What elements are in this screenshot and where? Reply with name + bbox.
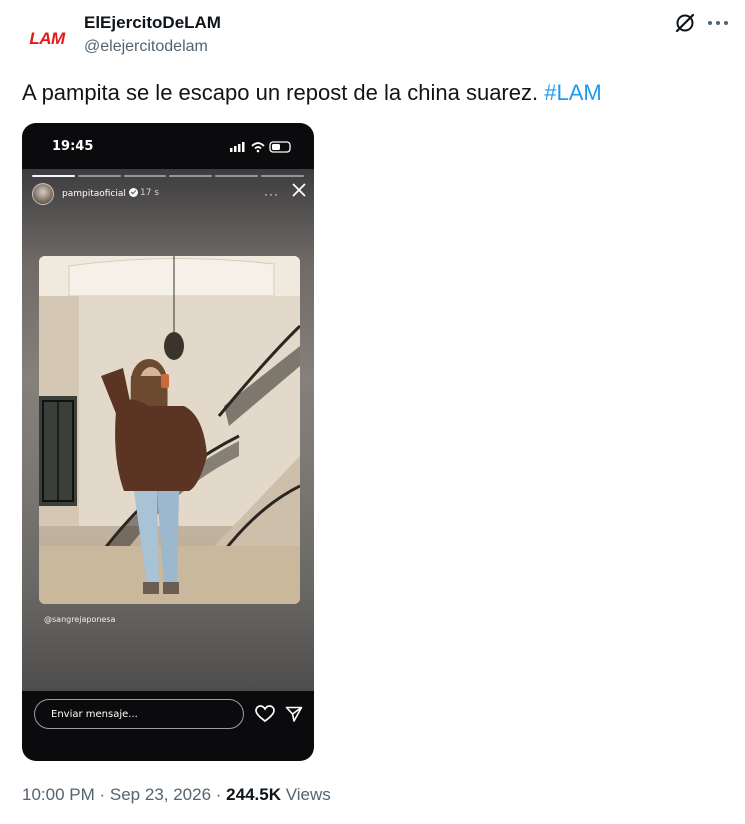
display-name[interactable]: ElEjercitoDeLAM: [84, 13, 221, 33]
status-bar-icons: [230, 141, 291, 153]
avatar[interactable]: LAM: [20, 12, 74, 66]
repost-credit[interactable]: @sangrejaponesa: [44, 615, 115, 624]
avatar-logo: LAM: [29, 29, 65, 48]
tweet-meta: 10:00 PM · Sep 23, 2026 · 244.5K Views: [22, 785, 331, 804]
reposted-photo: [39, 256, 300, 604]
tweet-body: A pampita se le escapo un repost de la c…: [22, 80, 539, 105]
tweet-date[interactable]: Sep 23, 2026: [110, 785, 211, 804]
user-handle[interactable]: @elejercitodelam: [84, 38, 208, 56]
status-time: 19:45: [52, 139, 94, 154]
heart-icon[interactable]: [255, 705, 275, 723]
message-input[interactable]: Enviar mensaje...: [34, 699, 244, 729]
more-icon[interactable]: [706, 14, 730, 32]
tweet: LAM ElEjercitoDeLAM @elejercitodelam A p…: [0, 0, 745, 824]
tweet-time[interactable]: 10:00 PM: [22, 785, 95, 804]
story-username[interactable]: pampitaoficial: [62, 188, 138, 199]
close-icon[interactable]: [290, 181, 308, 199]
hashtag-link[interactable]: #LAM: [544, 80, 601, 105]
verified-icon: [128, 188, 138, 197]
send-icon[interactable]: [285, 705, 303, 723]
photo-illustration: [39, 256, 300, 604]
views-label: Views: [285, 785, 331, 804]
story-frame: pampitaoficial 17 s ··· @sangrejaponesa: [22, 169, 314, 691]
grok-icon[interactable]: [674, 12, 696, 34]
story-age: 17 s: [140, 188, 160, 198]
story-screenshot[interactable]: 19:45 pampitaoficial 17 s ··· @sangrejap…: [22, 123, 314, 761]
story-more-icon[interactable]: ···: [264, 187, 279, 201]
views-count: 244.5K: [226, 785, 281, 804]
story-progress: [32, 175, 304, 177]
story-avatar[interactable]: [32, 183, 54, 205]
tweet-text: A pampita se le escapo un repost de la c…: [22, 80, 602, 106]
